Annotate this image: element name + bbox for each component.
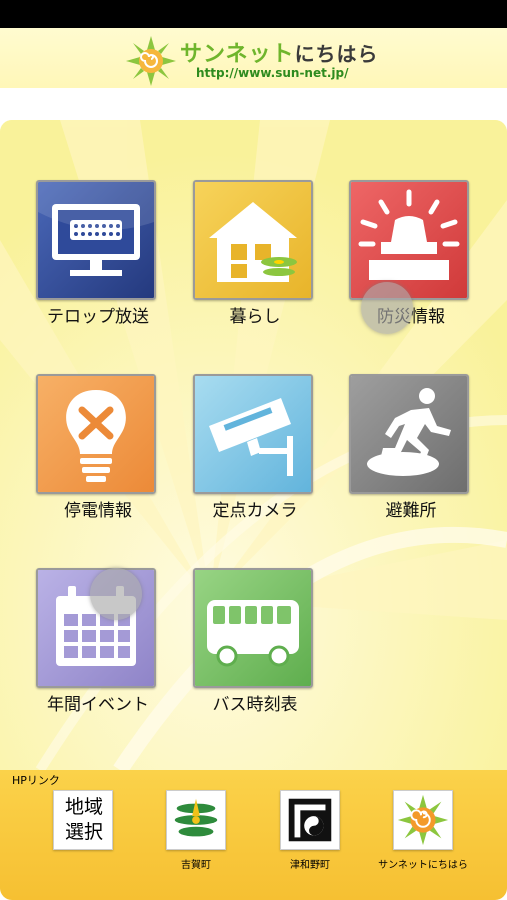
tile-fixed-camera[interactable]: 定点カメラ [193, 374, 317, 526]
siren-icon [351, 182, 467, 298]
menu-panel: テロップ放送 暮らし 停電情報 定点カメラ 避難所 年間イベント バス時刻表 [0, 120, 507, 770]
region-select-button[interactable]: 地域 選択 [53, 790, 113, 850]
tile-label: 定点カメラ [212, 501, 298, 521]
logo-title-main: サンネット [180, 42, 295, 67]
tile-shelter-icon-box [349, 374, 469, 494]
tile-living[interactable]: 暮らし [193, 180, 317, 332]
tsuwano-logo-box[interactable] [280, 790, 340, 850]
tile-bus-icon-box [193, 568, 313, 688]
yoshika-logo-box[interactable] [166, 790, 226, 850]
tile-label: 避難所 [385, 501, 437, 521]
link-yoshika-town[interactable]: 吉賀町 [131, 790, 261, 890]
camera-icon [195, 376, 311, 492]
region-select-text: 地域 選択 [60, 795, 108, 845]
tile-living-icon-box [193, 180, 313, 300]
sunnet-emblem-icon [397, 794, 449, 846]
touch-indicator [361, 282, 413, 334]
logo-url: http://www.sun-net.jp/ [196, 66, 349, 80]
tile-camera-icon-box [193, 374, 313, 494]
house-icon [195, 182, 311, 298]
evacuation-icon [351, 376, 467, 492]
sunnet-logo-box[interactable] [393, 790, 453, 850]
tile-telop-icon-box [36, 180, 156, 300]
region-select-line2: 選択 [64, 821, 103, 843]
tile-label: バス時刻表 [212, 695, 298, 715]
sun-logo-icon [126, 36, 176, 86]
logo-title: サンネットにちはら [180, 36, 379, 68]
tile-evacuation-shelter[interactable]: 避難所 [349, 374, 473, 526]
tsuwano-emblem-icon [288, 798, 332, 842]
tile-disaster-icon-box [349, 180, 469, 300]
tile-bus-timetable[interactable]: バス時刻表 [193, 568, 317, 720]
header-gap [0, 88, 507, 120]
tile-telop-broadcast[interactable]: テロップ放送 [36, 180, 160, 332]
tile-label: 年間イベント [47, 695, 149, 715]
tile-power-outage[interactable]: 停電情報 [36, 374, 160, 526]
hp-links-bar: HPリンク 地域 選択 吉賀町 津和野町 サンネットにちはら [0, 770, 507, 900]
touch-indicator [90, 568, 142, 620]
link-label: 吉賀町 [181, 860, 211, 871]
tile-outage-icon-box [36, 374, 156, 494]
link-sunnet-nichihara[interactable]: サンネットにちはら [358, 790, 488, 890]
status-bar [0, 0, 507, 28]
link-label: サンネットにちはら [378, 860, 468, 871]
tv-icon [38, 182, 154, 298]
region-select-line1: 地域 [64, 796, 103, 818]
tile-label: テロップ放送 [47, 307, 149, 327]
tile-label: 停電情報 [64, 501, 132, 521]
link-region-select[interactable]: 地域 選択 [18, 790, 148, 890]
link-tsuwano-town[interactable]: 津和野町 [245, 790, 375, 890]
lightbulb-icon [38, 376, 154, 492]
link-label: 津和野町 [290, 860, 330, 871]
yoshika-emblem-icon [174, 798, 218, 837]
logo-title-suffix: にちはら [294, 42, 379, 66]
app-header: サンネットにちはら http://www.sun-net.jp/ [0, 28, 507, 88]
sunnet-logo[interactable]: サンネットにちはら http://www.sun-net.jp/ [124, 34, 394, 86]
tile-label: 暮らし [229, 307, 281, 327]
bus-icon [195, 570, 311, 686]
hp-links-title: HPリンク [12, 774, 60, 787]
